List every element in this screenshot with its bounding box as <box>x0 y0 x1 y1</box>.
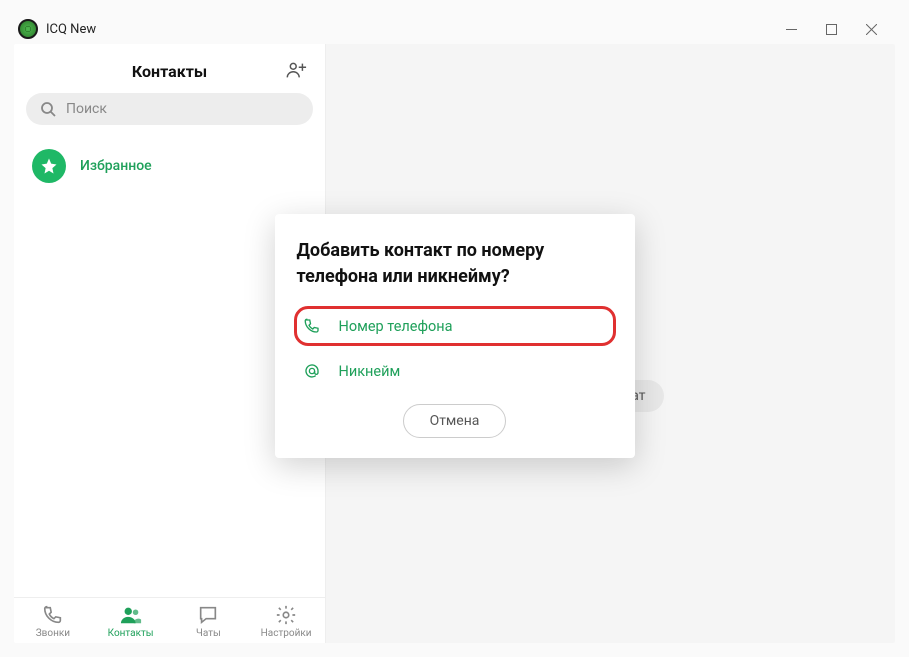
nav-calls-label: Звонки <box>36 628 70 639</box>
add-contact-button[interactable] <box>285 60 307 84</box>
search-box[interactable] <box>26 93 313 125</box>
app-title: ICQ New <box>46 22 96 37</box>
bottom-nav: Звонки Контакты Чаты Настройки <box>14 597 325 643</box>
search-input[interactable] <box>66 101 299 117</box>
phone-icon <box>303 317 321 335</box>
titlebar: ICQ New <box>14 14 895 44</box>
nav-settings[interactable]: Настройки <box>247 604 325 639</box>
minimize-button[interactable] <box>771 15 811 43</box>
nickname-option[interactable]: Никнейм <box>297 352 613 390</box>
nav-chats-label: Чаты <box>196 628 221 639</box>
star-icon <box>32 149 66 183</box>
favorites-label: Избранное <box>80 158 152 174</box>
add-contact-modal: Добавить контакт по номеру телефона или … <box>275 214 635 458</box>
nav-settings-label: Настройки <box>261 628 312 639</box>
sidebar-title: Контакты <box>132 62 207 81</box>
sidebar-header: Контакты <box>14 44 325 93</box>
modal-title: Добавить контакт по номеру телефона или … <box>297 238 613 290</box>
window-frame: ICQ New Контакты <box>0 0 909 657</box>
nav-chats[interactable]: Чаты <box>170 604 248 639</box>
at-icon <box>303 362 321 380</box>
nickname-option-label: Никнейм <box>339 363 401 380</box>
phone-option-label: Номер телефона <box>339 318 453 335</box>
search-container <box>14 93 325 135</box>
close-button[interactable] <box>851 15 891 43</box>
search-icon <box>40 101 56 117</box>
phone-icon <box>41 604 65 626</box>
gear-icon <box>274 604 298 626</box>
favorites-item[interactable]: Избранное <box>22 141 317 191</box>
phone-number-option[interactable]: Номер телефона <box>294 306 616 346</box>
nav-contacts-label: Контакты <box>108 628 154 639</box>
cancel-button[interactable]: Отмена <box>403 404 507 438</box>
app-logo-icon <box>18 19 38 39</box>
nav-contacts[interactable]: Контакты <box>92 604 170 639</box>
chat-icon <box>196 604 220 626</box>
contacts-icon <box>119 604 143 626</box>
nav-calls[interactable]: Звонки <box>14 604 92 639</box>
maximize-button[interactable] <box>811 15 851 43</box>
